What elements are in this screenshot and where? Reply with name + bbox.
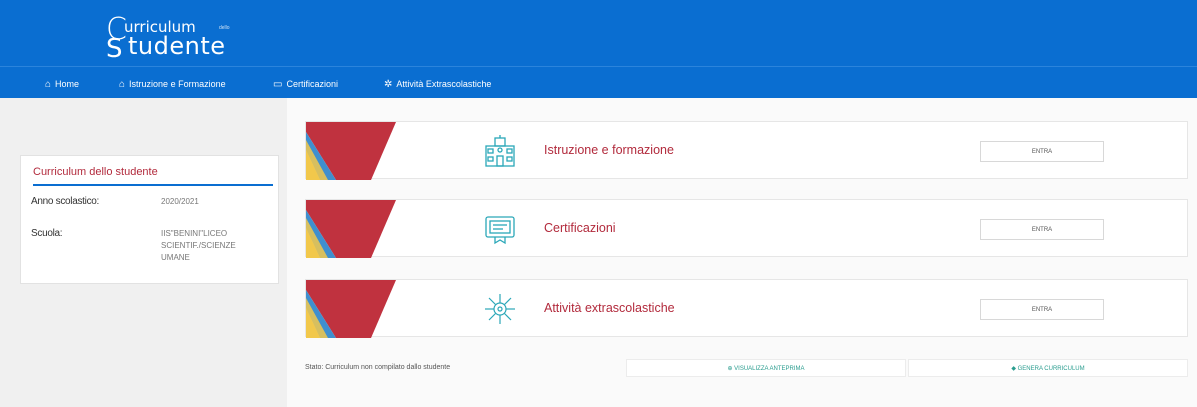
student-info-card: Curriculum dello studente Anno scolastic… (20, 155, 279, 284)
anno-label: Anno scolastico: (31, 196, 100, 207)
entra-button-istruzione[interactable]: ENTRA (980, 141, 1104, 162)
logo-s-glyph: S (106, 34, 123, 64)
section-istruzione: Istruzione e formazione ENTRA (305, 121, 1188, 180)
nav-item-istruzione[interactable]: ⌂ Istruzione e Formazione (119, 76, 226, 92)
preview-button[interactable]: ⊕ VISUALIZZA ANTEPRIMA (626, 359, 906, 377)
logo-tiny: dello (219, 25, 230, 31)
section-certificazioni: Certificazioni ENTRA (305, 199, 1188, 258)
nav-label-istruzione: Istruzione e Formazione (129, 79, 226, 89)
curriculum-studente-logo[interactable]: C urriculum dello S tudente (106, 12, 266, 64)
section-attivita: Attività extrascolastiche ENTRA (305, 279, 1188, 338)
section-label-istruzione: Istruzione e formazione (544, 143, 674, 157)
generate-curriculum-button[interactable]: ◆ GENERA CURRICULUM (908, 359, 1188, 377)
main-navbar: ⌂ Home ⌂ Istruzione e Formazione ▭ Certi… (0, 66, 1197, 98)
nav-item-attivita[interactable]: ✲ Attività Extrascolastiche (384, 76, 491, 92)
header-bar: C urriculum dello S tudente (0, 0, 1197, 66)
school-icon: ⌂ (119, 78, 126, 90)
section-label-certificazioni: Certificazioni (544, 221, 616, 235)
decorative-stripe (306, 280, 396, 338)
curriculum-status: Stato: Curriculum non compilato dallo st… (305, 364, 451, 371)
card-title: Curriculum dello studente (33, 166, 158, 178)
activity-icon: ✲ (384, 78, 393, 90)
nav-label-home: Home (55, 79, 80, 89)
school-building-icon (485, 135, 515, 167)
scuola-label: Scuola: (31, 228, 63, 239)
scuola-value: IIS"BENINI"LICEO SCIENTIF./SCIENZE UMANE (161, 229, 236, 262)
card-title-underline (33, 184, 273, 186)
nav-item-home[interactable]: ⌂ Home (45, 76, 79, 92)
decorative-stripe (306, 200, 396, 258)
certificate-icon: ▭ (273, 78, 283, 90)
logo-line2: tudente (128, 32, 226, 60)
certificate-icon (485, 216, 515, 245)
nav-label-attivita: Attività Extrascolastiche (396, 79, 492, 89)
decorative-stripe (306, 122, 396, 180)
section-label-attivita: Attività extrascolastiche (544, 301, 675, 315)
entra-button-attivita[interactable]: ENTRA (980, 299, 1104, 320)
nav-item-certificazioni[interactable]: ▭ Certificazioni (273, 76, 338, 92)
home-icon: ⌂ (45, 78, 52, 90)
entra-button-certificazioni[interactable]: ENTRA (980, 219, 1104, 240)
activity-network-icon (485, 294, 515, 324)
nav-label-certificazioni: Certificazioni (286, 79, 338, 89)
anno-value: 2020/2021 (161, 197, 199, 206)
